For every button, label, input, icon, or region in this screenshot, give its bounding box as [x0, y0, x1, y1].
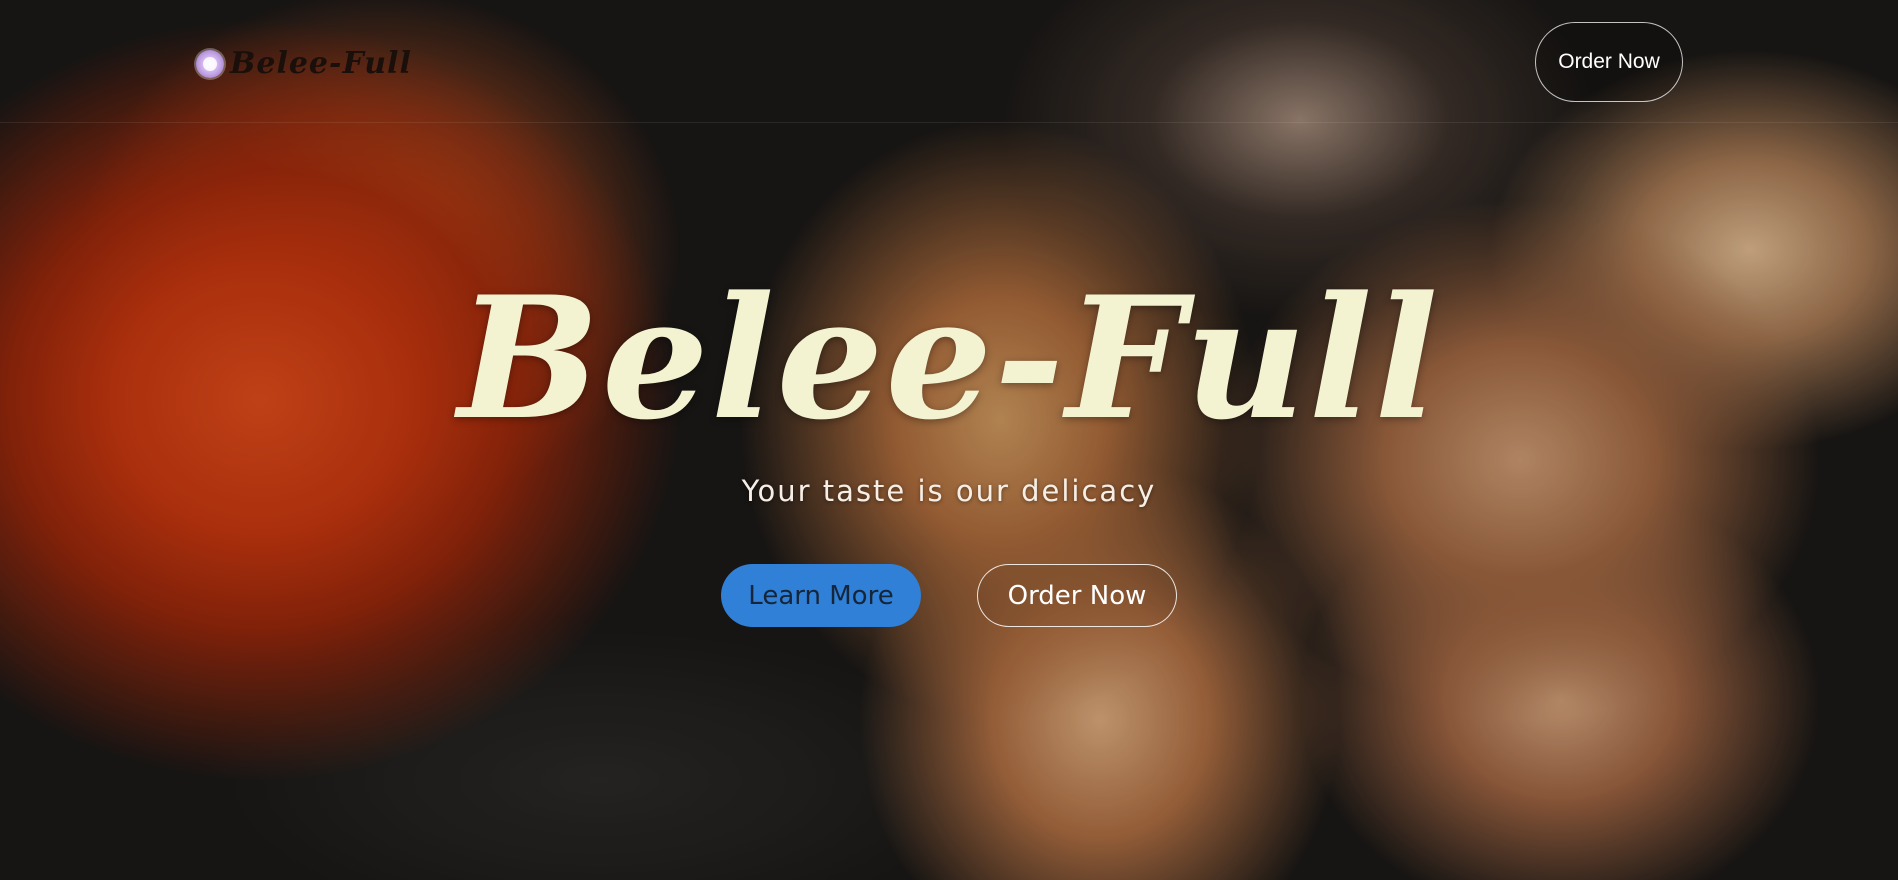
hero-subtitle: Your taste is our delicacy — [741, 474, 1157, 508]
hero-title: Belee-Full — [457, 259, 1441, 457]
brand-name: Belee-Full — [230, 46, 412, 81]
learn-more-button[interactable]: Learn More — [721, 564, 921, 627]
hero-buttons: Learn More Order Now — [0, 564, 1898, 627]
hero-section: Belee-Full Order Now Belee-Full Your tas… — [0, 0, 1898, 880]
navbar: Belee-Full Order Now — [0, 0, 1898, 123]
plate-icon — [196, 49, 224, 78]
brand-logo[interactable]: Belee-Full — [196, 46, 412, 81]
hero-order-now-button[interactable]: Order Now — [977, 564, 1177, 627]
nav-order-now-button[interactable]: Order Now — [1535, 22, 1683, 102]
